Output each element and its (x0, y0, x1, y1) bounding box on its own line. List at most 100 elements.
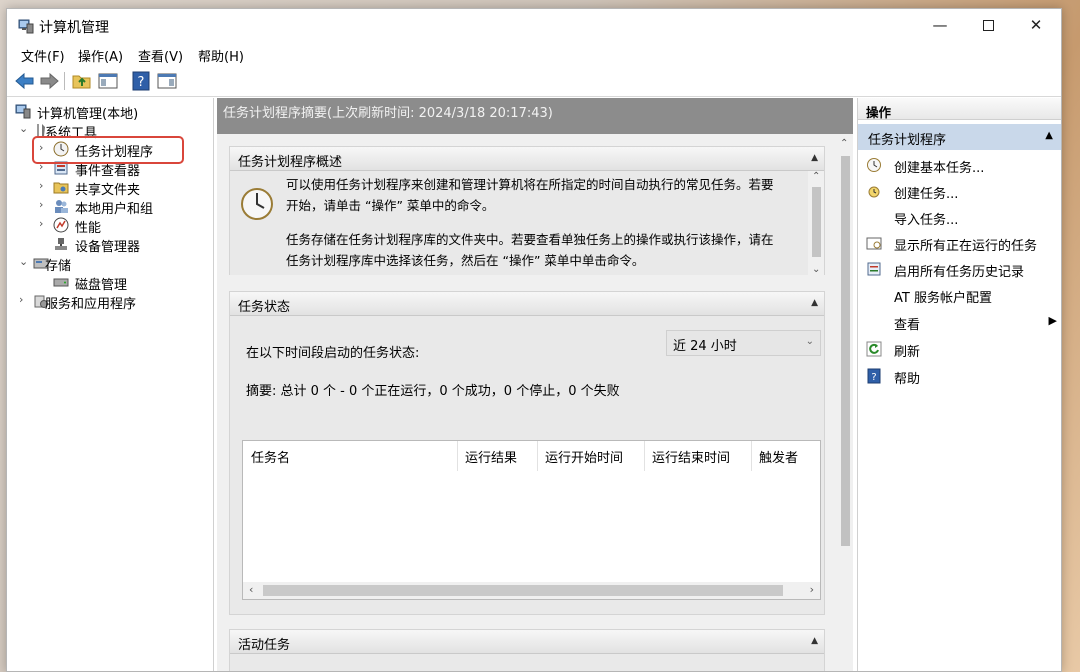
action-refresh[interactable]: 刷新 (858, 336, 1061, 362)
action-label: 显示所有正在运行的任务 (894, 239, 1038, 254)
collapse-caret-icon[interactable]: ▲ (811, 636, 818, 646)
navigation-tree: 计算机管理(本地) ⌄ 系统工具 › 任务计划程序 › 事件查看器 › 共享文件… (7, 98, 214, 671)
active-tasks-section-header[interactable]: 活动任务 ▲ (230, 630, 824, 654)
action-label: 创建任务... (894, 187, 959, 202)
submenu-arrow-icon: ▶ (1048, 314, 1057, 327)
device-manager-icon (55, 238, 67, 250)
expand-chevron-icon[interactable]: › (39, 179, 51, 192)
show-hide-action-pane-icon[interactable] (155, 70, 179, 92)
running-tasks-icon (866, 237, 882, 250)
period-dropdown[interactable]: 近 24 小时 ⌄ (666, 330, 821, 356)
tree-root-label: 计算机管理(本地) (37, 107, 139, 122)
action-import-task[interactable]: 导入任务... (858, 204, 1061, 230)
action-label: 导入任务... (894, 213, 959, 228)
scroll-left-icon[interactable]: ‹ (249, 583, 253, 596)
overview-section-header[interactable]: 任务计划程序概述 ▲ (230, 147, 824, 171)
action-enable-all-history[interactable]: 启用所有任务历史记录 (858, 256, 1061, 282)
overview-text-line: 任务计划程序库中选择该任务，然后在 “操作” 菜单中单击命令。 (286, 253, 645, 268)
status-period-label: 在以下时间段启动的任务状态: (246, 346, 420, 361)
menu-action[interactable]: 操作(A) (78, 46, 123, 65)
tree-item-label: 磁盘管理 (75, 278, 128, 293)
history-icon (867, 262, 881, 276)
active-tasks-section: 活动任务 ▲ (229, 629, 825, 671)
tree-item-label: 共享文件夹 (75, 183, 141, 198)
task-status-section-header[interactable]: 任务状态 ▲ (230, 292, 824, 316)
scroll-right-icon[interactable]: › (810, 583, 814, 596)
up-folder-icon[interactable] (70, 70, 94, 92)
collapse-caret-icon[interactable]: ▲ (811, 298, 818, 308)
scroll-down-icon[interactable]: ⌄ (812, 264, 820, 275)
column-header-task-name[interactable]: 任务名 (251, 447, 290, 466)
title-bar: 计算机管理 — ✕ (7, 9, 1061, 43)
scroll-thumb[interactable] (812, 187, 821, 257)
column-header-run-result[interactable]: 运行结果 (465, 447, 517, 466)
task-scheduler-clock-icon (241, 188, 273, 220)
action-label: AT 服务帐户配置 (894, 291, 992, 306)
scroll-up-icon[interactable]: ⌃ (812, 171, 820, 182)
toolbar: ? (7, 67, 1061, 97)
column-divider[interactable] (644, 441, 645, 471)
highlight-annotation (32, 136, 184, 164)
actions-pane-title: 操作 (858, 98, 1061, 120)
content-pane: 任务计划程序摘要(上次刷新时间: 2024/3/18 20:17:43) 任务计… (217, 98, 853, 671)
content-vertical-scrollbar[interactable]: ⌃ (837, 134, 853, 671)
expand-chevron-icon[interactable]: › (19, 293, 31, 306)
maximize-button[interactable] (963, 9, 1013, 41)
tree-item-label: 性能 (75, 221, 102, 236)
column-divider[interactable] (457, 441, 458, 471)
status-summary: 摘要: 总计 0 个 - 0 个正在运行，0 个成功，0 个停止，0 个失败 (246, 384, 620, 399)
content-scroll-area: 任务计划程序概述 ▲ 可以使用任务计划程序来创建和管理计算机将在所指定的时间自动… (217, 134, 837, 671)
section-title: 任务状态 (238, 300, 291, 315)
action-at-service-account[interactable]: AT 服务帐户配置 (858, 282, 1061, 308)
overview-text-line: 任务存储在任务计划程序库的文件夹中。若要查看单独任务上的操作或执行该操作，请在 (286, 232, 774, 247)
overview-section: 任务计划程序概述 ▲ 可以使用任务计划程序来创建和管理计算机将在所指定的时间自动… (229, 146, 825, 275)
action-label: 启用所有任务历史记录 (894, 265, 1025, 280)
scroll-up-icon[interactable]: ⌃ (840, 138, 848, 149)
back-arrow-icon[interactable] (13, 70, 37, 92)
help-icon[interactable]: ? (129, 70, 153, 92)
chevron-down-icon: ⌄ (805, 336, 814, 347)
scroll-thumb[interactable] (841, 156, 850, 546)
overview-scrollbar[interactable]: ⌃ ⌄ (808, 171, 824, 275)
collapse-chevron-icon[interactable]: ⌄ (19, 255, 31, 268)
refresh-icon (866, 341, 882, 357)
tree-item-label: 服务和应用程序 (45, 297, 137, 312)
action-create-basic-task[interactable]: 创建基本任务... (858, 152, 1061, 178)
table-horizontal-scrollbar[interactable]: ‹ › (243, 582, 820, 599)
action-display-running-tasks[interactable]: 显示所有正在运行的任务 (858, 230, 1061, 256)
computer-management-icon (18, 19, 34, 34)
collapse-chevron-icon[interactable]: ⌄ (19, 122, 31, 135)
tree-item-label: 设备管理器 (75, 240, 141, 255)
column-header-run-start[interactable]: 运行开始时间 (545, 447, 623, 466)
close-button[interactable]: ✕ (1011, 9, 1061, 41)
column-header-run-end[interactable]: 运行结束时间 (652, 447, 730, 466)
menu-help[interactable]: 帮助(H) (198, 46, 244, 65)
action-help[interactable]: ? 帮助 (858, 363, 1061, 389)
svg-text:?: ? (871, 372, 876, 383)
expand-chevron-icon[interactable]: › (39, 198, 51, 211)
collapse-caret-icon[interactable]: ▲ (1045, 130, 1053, 141)
actions-pane: 操作 任务计划程序 ▲ 创建基本任务... 创建任务... 导入任务... 显示… (857, 98, 1061, 671)
column-divider[interactable] (537, 441, 538, 471)
menu-file[interactable]: 文件(F) (21, 46, 65, 65)
collapse-caret-icon[interactable]: ▲ (811, 153, 818, 163)
action-view[interactable]: 查看 ▶ (858, 309, 1061, 335)
tree-item-label: 本地用户和组 (75, 202, 154, 217)
action-create-task[interactable]: 创建任务... (858, 178, 1061, 204)
actions-group-task-scheduler[interactable]: 任务计划程序 ▲ (858, 124, 1061, 150)
show-hide-tree-icon[interactable] (96, 70, 120, 92)
action-label: 查看 (894, 318, 921, 333)
scroll-thumb[interactable] (263, 585, 783, 596)
overview-text-line: 可以使用任务计划程序来创建和管理计算机将在所指定的时间自动执行的常见任务。若要 (286, 177, 774, 192)
tree-item-label: 存储 (45, 259, 72, 274)
expand-chevron-icon[interactable]: › (39, 217, 51, 230)
column-divider[interactable] (751, 441, 752, 471)
computer-management-window: 计算机管理 — ✕ 文件(F) 操作(A) 查看(V) 帮助(H) ? 计算机管… (6, 8, 1062, 672)
forward-arrow-icon[interactable] (37, 70, 61, 92)
minimize-button[interactable]: — (915, 9, 965, 41)
column-header-triggered-by[interactable]: 触发者 (759, 447, 798, 466)
period-dropdown-value: 近 24 小时 (673, 339, 737, 354)
performance-icon (53, 217, 69, 233)
menu-view[interactable]: 查看(V) (138, 46, 183, 65)
svg-text:?: ? (138, 75, 145, 90)
